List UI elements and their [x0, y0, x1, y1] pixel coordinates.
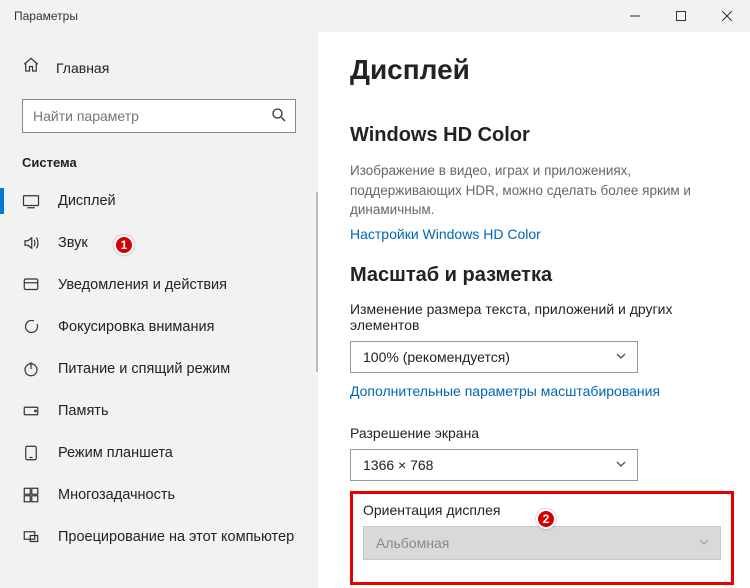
window-title: Параметры — [14, 9, 78, 23]
orientation-select-value: Альбомная — [376, 535, 449, 551]
scale-select-value: 100% (рекомендуется) — [363, 349, 510, 365]
chevron-down-icon — [698, 535, 710, 551]
chevron-down-icon — [615, 349, 627, 365]
sidebar-item-display[interactable]: Дисплей — [0, 180, 318, 222]
sidebar-section-title: Система — [0, 155, 318, 180]
notifications-icon — [22, 276, 40, 294]
home-link[interactable]: Главная — [0, 50, 318, 85]
sidebar-item-storage[interactable]: Память — [0, 390, 318, 432]
scale-heading: Масштаб и разметка — [350, 264, 718, 287]
power-icon — [22, 360, 40, 378]
sound-icon — [22, 234, 40, 252]
sidebar-item-label: Дисплей — [58, 193, 116, 209]
window-titlebar: Параметры — [0, 0, 750, 32]
maximize-button[interactable] — [658, 0, 704, 32]
advanced-scaling-link[interactable]: Дополнительные параметры масштабирования — [350, 383, 660, 399]
storage-icon — [22, 402, 40, 420]
sidebar-item-tablet[interactable]: Режим планшета — [0, 432, 318, 474]
resolution-label: Разрешение экрана — [350, 425, 718, 441]
tablet-icon — [22, 444, 40, 462]
annotation-badge-2: 2 — [536, 509, 556, 529]
sidebar-item-notifications[interactable]: Уведомления и действия — [0, 264, 318, 306]
search-input[interactable] — [22, 99, 296, 133]
sidebar-item-focus[interactable]: Фокусировка внимания — [0, 306, 318, 348]
chevron-down-icon — [615, 457, 627, 473]
search-icon — [270, 106, 288, 124]
annotation-badge-1: 1 — [114, 235, 134, 255]
resolution-select-value: 1366 × 768 — [363, 457, 433, 473]
orientation-select[interactable]: Альбомная — [363, 526, 721, 560]
main-content: Дисплей Windows HD Color Изображение в в… — [318, 32, 750, 588]
projecting-icon — [22, 528, 40, 546]
page-title: Дисплей — [350, 54, 718, 86]
sidebar-item-label: Режим планшета — [58, 445, 173, 461]
display-icon — [22, 192, 40, 210]
sidebar-item-sound[interactable]: Звук — [0, 222, 318, 264]
home-icon — [22, 56, 40, 79]
sidebar-item-label: Память — [58, 403, 109, 419]
minimize-button[interactable] — [612, 0, 658, 32]
scale-select[interactable]: 100% (рекомендуется) — [350, 341, 638, 373]
sidebar-item-power[interactable]: Питание и спящий режим — [0, 348, 318, 390]
resolution-select[interactable]: 1366 × 768 — [350, 449, 638, 481]
sidebar-item-label: Питание и спящий режим — [58, 361, 230, 377]
sidebar-item-label: Проецирование на этот компьютер — [58, 529, 294, 545]
hd-color-description: Изображение в видео, играх и приложениях… — [350, 161, 718, 220]
hd-color-heading: Windows HD Color — [350, 124, 718, 147]
hd-color-settings-link[interactable]: Настройки Windows HD Color — [350, 226, 541, 242]
close-button[interactable] — [704, 0, 750, 32]
multitask-icon — [22, 486, 40, 504]
sidebar-item-label: Звук — [58, 235, 88, 251]
sidebar-item-projecting[interactable]: Проецирование на этот компьютер — [0, 516, 318, 558]
focus-icon — [22, 318, 40, 336]
sidebar-item-label: Фокусировка внимания — [58, 319, 214, 335]
scale-change-label: Изменение размера текста, приложений и д… — [350, 301, 718, 333]
sidebar-item-label: Многозадачность — [58, 487, 175, 503]
annotation-highlight-box: Ориентация дисплея Альбомная — [350, 491, 734, 585]
home-label: Главная — [56, 60, 109, 76]
sidebar-item-multitask[interactable]: Многозадачность — [0, 474, 318, 516]
sidebar: Главная Система Дисплей Звук Уведомления… — [0, 32, 318, 588]
sidebar-item-label: Уведомления и действия — [58, 277, 227, 293]
